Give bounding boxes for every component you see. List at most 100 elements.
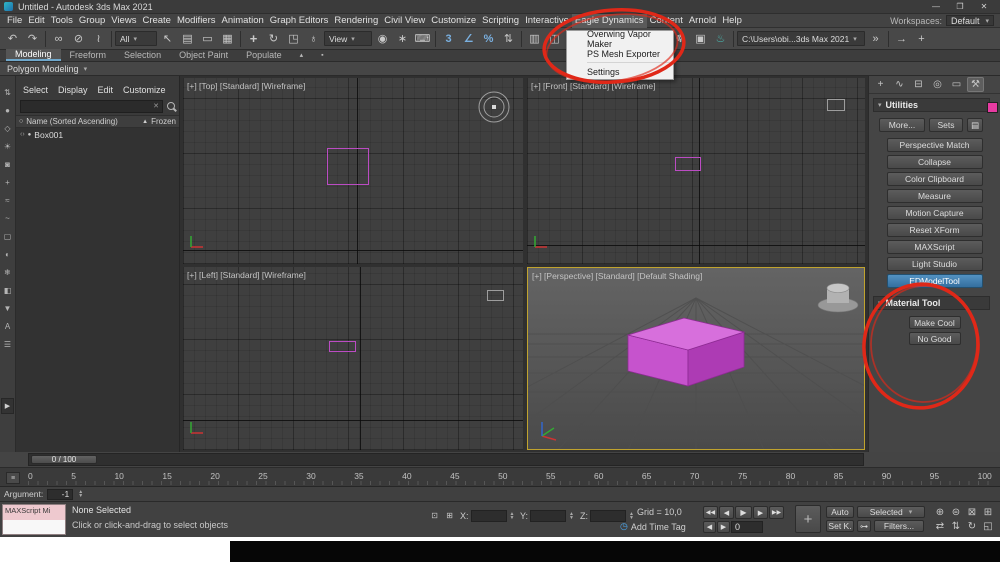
set-keys-button[interactable]: + [795,505,821,533]
project-folder-dropdown[interactable]: C:\Users\obi...3ds Max 2021 ▾ [737,31,865,46]
menu-interactive[interactable]: Interactive [522,14,572,28]
selected-mode-dropdown[interactable]: Selected ▾ [857,506,925,518]
time-slider-handle[interactable]: 0 / 100 [31,455,97,464]
track-bar-mode-icon[interactable]: ≡ [6,472,20,484]
motion-capture-button[interactable]: Motion Capture [886,206,983,220]
menu-help[interactable]: Help [719,14,745,28]
pan-icon[interactable]: ⇄ [932,519,948,533]
z-spinner[interactable]: ▲ ▼ [629,512,634,521]
more-button[interactable]: More... [879,118,925,132]
set-key-button[interactable]: Set K. [826,520,854,532]
viewport-left[interactable]: [+] [Left] [Standard] [Wireframe] [183,267,523,450]
snaps-toggle-icon[interactable]: 3 [439,30,458,48]
walk-through-icon[interactable]: ⇅ [948,519,964,533]
unlink-selection-icon[interactable]: ⊘ [69,30,88,48]
undo-icon[interactable]: ↶ [3,30,22,48]
viewport-front[interactable]: [+] [Front] [Standard] [Wireframe] [527,78,865,264]
restore-icon[interactable]: ❐ [948,0,972,13]
window-crossing-icon[interactable]: ▦ [218,30,237,48]
orbit-icon[interactable]: ↻ [964,519,980,533]
material-tool-rollout-header[interactable]: ▾ Material Tool [873,296,990,310]
color-clipboard-button[interactable]: Color Clipboard [886,172,983,186]
light-studio-button[interactable]: Light Studio [886,257,983,271]
menu-content[interactable]: Content [647,14,686,28]
argument-field[interactable]: -1 [47,488,74,500]
previous-frame-icon[interactable]: ◀ [719,506,734,519]
zoom-region-icon[interactable]: ⊞ [980,505,996,519]
select-object-icon[interactable]: ↖ [158,30,177,48]
viewport-perspective-label[interactable]: [+] [Perspective] [Standard] [Default Sh… [532,271,702,281]
modify-tab-icon[interactable]: ∿ [891,77,908,92]
select-and-manipulate-icon[interactable]: ∗ [393,30,412,48]
track-bar[interactable]: ≡ 0 5 10 15 20 25 30 35 40 45 50 55 60 6… [0,467,1000,487]
zoom-extents-icon[interactable]: ⊠ [964,505,980,519]
play-animation-icon[interactable]: ▶ [735,506,752,519]
menu-item-overwing-vapor-maker[interactable]: Overwing Vapor Maker [567,29,673,49]
keyboard-override-icon[interactable]: ⌨ [413,30,432,48]
tab-populate[interactable]: Populate [237,49,291,61]
angle-snap-icon[interactable]: ∠ [459,30,478,48]
go-to-start-icon[interactable]: ◀◀ [703,506,718,519]
display-frozen-icon[interactable]: ❄ [2,266,14,278]
percent-snap-icon[interactable]: % [479,30,498,48]
next-frame-icon[interactable]: ▶ [753,506,768,519]
menu-views[interactable]: Views [108,14,139,28]
name-column-header[interactable]: Name (Sorted Ascending) [26,117,139,126]
menu-edit[interactable]: Edit [25,14,47,28]
select-by-name-icon[interactable]: ▤ [178,30,197,48]
display-containers-icon[interactable]: ▢ [2,230,14,242]
reset-xform-button[interactable]: Reset XForm [886,223,983,237]
maxscript-button[interactable]: MAXScript [886,240,983,254]
tab-freeform[interactable]: Freeform [61,49,116,61]
explorer-menu-customize[interactable]: Customize [119,85,170,95]
menu-file[interactable]: File [4,14,25,28]
display-helpers-icon[interactable]: + [2,176,14,188]
go-to-end-icon[interactable]: ▶▶ [769,506,784,519]
motion-tab-icon[interactable]: ◎ [929,77,946,92]
ribbon-section-header[interactable]: Polygon Modeling ▾ [0,62,1000,76]
display-shapes-icon[interactable]: ◇ [2,122,14,134]
menu-arnold[interactable]: Arnold [686,14,719,28]
minimize-icon[interactable]: — [924,0,948,13]
y-spinner[interactable]: ▲ ▼ [569,512,574,521]
absolute-offset-toggle-icon[interactable]: ⊞ [443,509,456,522]
maximize-viewport-toggle-icon[interactable]: ◱ [980,519,996,533]
display-tab-icon[interactable]: ▭ [948,77,965,92]
select-and-place-icon[interactable]: ♁ [304,30,323,48]
close-icon[interactable]: ✕ [972,0,996,13]
measure-button[interactable]: Measure [886,189,983,203]
key-forward-icon[interactable]: ▶ [717,521,730,533]
menu-create[interactable]: Create [139,14,174,28]
utilities-config-icon[interactable]: ▤ [967,118,983,132]
key-filters-icon[interactable]: ⊶ [857,520,871,532]
search-icon[interactable] [167,102,175,110]
sets-button[interactable]: Sets [929,118,963,132]
select-and-scale-icon[interactable]: ◳ [284,30,303,48]
list-item[interactable]: ‹› ● Box001 [16,128,179,141]
select-and-link-icon[interactable]: ∞ [49,30,68,48]
filters-button[interactable]: Filters... [874,520,924,532]
auto-key-button[interactable]: Auto [826,506,854,518]
reference-coordinate-dropdown[interactable]: View ▾ [324,31,372,46]
explorer-menu-select[interactable]: Select [19,85,52,95]
find-icon[interactable]: A [2,320,14,332]
y-coordinate-field[interactable] [530,510,567,522]
named-selection-sets-icon[interactable]: ▥ [525,30,544,48]
menu-item-settings[interactable]: Settings [567,64,673,79]
hierarchy-tab-icon[interactable]: ⊟ [910,77,927,92]
display-geometry-icon[interactable]: ● [2,104,14,116]
current-frame-field[interactable]: 0 [731,521,763,533]
bind-to-space-warp-icon[interactable]: ≀ [89,30,108,48]
rectangular-selection-region-icon[interactable]: ▭ [198,30,217,48]
sort-alphabetical-icon[interactable]: ⇅ [2,86,14,98]
explorer-menu-edit[interactable]: Edit [94,85,118,95]
display-spacewarps-icon[interactable]: ≈ [2,194,14,206]
menu-group[interactable]: Group [76,14,108,28]
utilities-tab-icon[interactable]: ⚒ [967,77,984,92]
perspective-match-button[interactable]: Perspective Match [886,138,983,152]
key-back-icon[interactable]: ◀ [703,521,716,533]
menu-modifiers[interactable]: Modifiers [174,14,219,28]
display-lights-icon[interactable]: ☀ [2,140,14,152]
collapse-button[interactable]: Collapse [886,155,983,169]
no-good-button[interactable]: No Good [908,332,961,345]
